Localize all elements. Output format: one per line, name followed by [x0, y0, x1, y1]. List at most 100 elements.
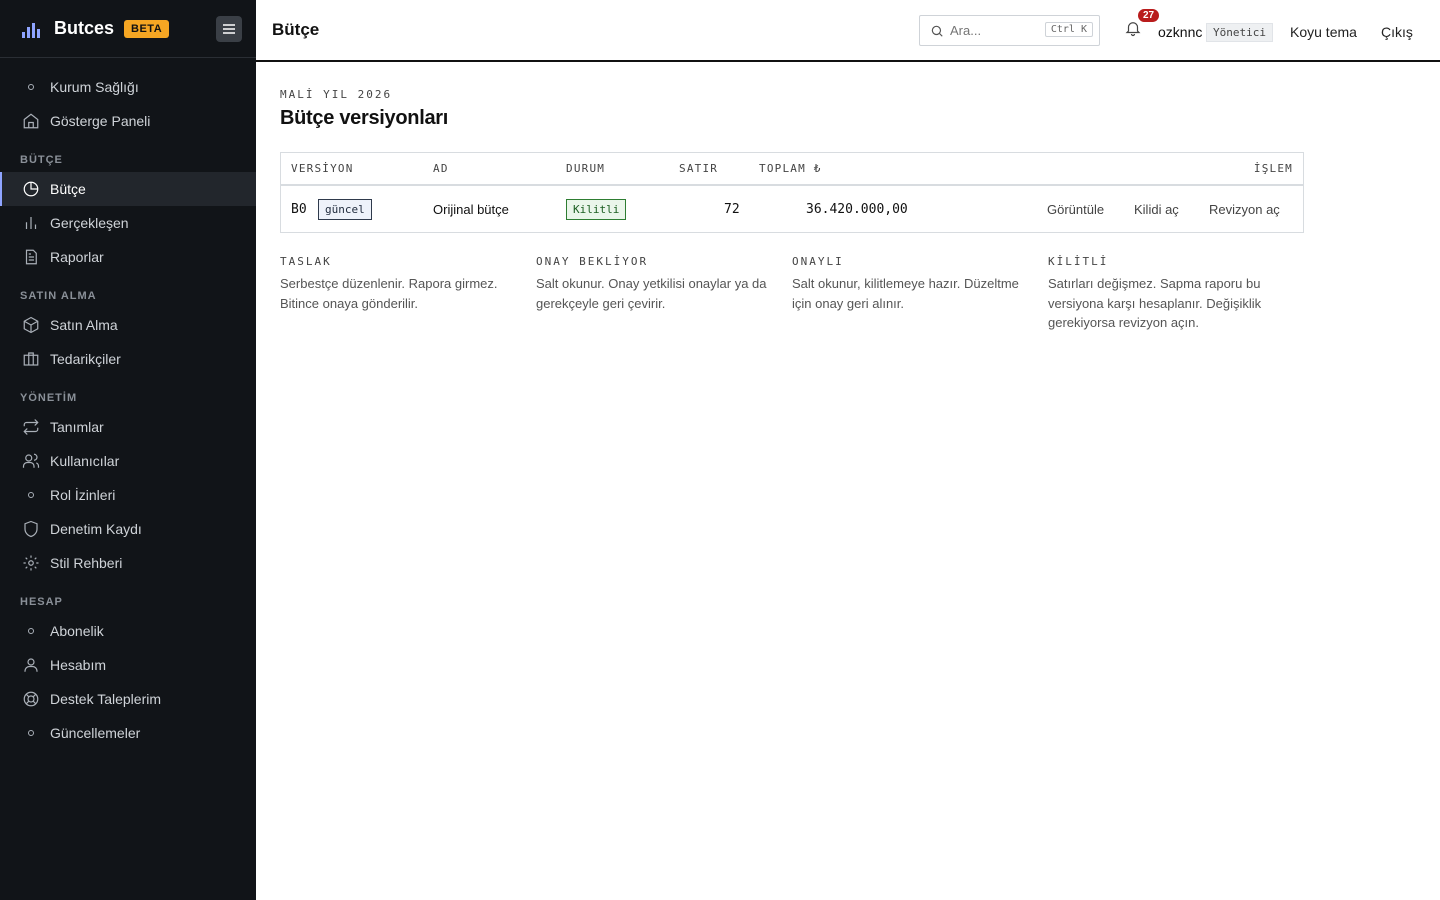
sidebar-item-butce[interactable]: Bütçe [0, 172, 256, 206]
sidebar-item-destek-taleplerim[interactable]: Destek Taleplerim [0, 682, 256, 716]
sidebar-item-kullanicilar[interactable]: Kullanıcılar [0, 444, 256, 478]
sidebar-item-rol-izinleri[interactable]: Rol İzinleri [0, 478, 256, 512]
section-title-butce: BÜTÇE [20, 154, 63, 166]
role-badge: Yönetici [1206, 23, 1273, 42]
menu-toggle-button[interactable] [216, 16, 242, 42]
sidebar-item-label: Denetim Kaydı [50, 521, 142, 537]
sidebar-item-denetim-kaydi[interactable]: Denetim Kaydı [0, 512, 256, 546]
beta-badge: BETA [124, 19, 170, 38]
state-title: ONAYLI [792, 255, 844, 268]
column-header-lines: SATIR [679, 162, 719, 175]
state-title: TASLAK [280, 255, 332, 268]
status-badge: Kilitli [566, 198, 627, 220]
sidebar-item-gerceklesen[interactable]: Gerçekleşen [0, 206, 256, 240]
dot-icon [22, 724, 40, 742]
hamburger-icon [223, 24, 235, 34]
unlock-button[interactable]: Kilidi aç [1134, 202, 1179, 217]
section-title-yonetim: YÖNETİM [20, 392, 78, 404]
sidebar-item-label: Gerçekleşen [50, 215, 129, 231]
sidebar-item-label: Gösterge Paneli [50, 113, 151, 129]
dot-icon [22, 622, 40, 640]
sidebar-item-label: Kurum Sağlığı [50, 79, 139, 95]
search-shortcut-hint: Ctrl K [1044, 22, 1093, 37]
sidebar-item-label: Stil Rehberi [50, 555, 123, 571]
sidebar-item-label: Destek Taleplerim [50, 691, 162, 707]
sidebar-item-label: Kullanıcılar [50, 453, 120, 469]
shield-icon [22, 520, 40, 538]
dot-icon [22, 486, 40, 504]
logout-button[interactable]: Çıkış [1381, 24, 1413, 40]
sidebar-item-label: Rol İzinleri [50, 487, 116, 503]
sidebar-item-stil-rehberi[interactable]: Stil Rehberi [0, 546, 256, 580]
lifebuoy-icon [22, 690, 40, 708]
table-header: VERSİYON AD DURUM SATIR TOPLAM ₺ İŞLEM [281, 153, 1303, 186]
sidebar-item-label: Raporlar [50, 249, 104, 265]
repeat-icon [22, 418, 40, 436]
dot-icon [22, 78, 40, 96]
sidebar-item-label: Tanımlar [50, 419, 104, 435]
brand-header: Butces BETA [0, 0, 256, 58]
sidebar-item-kurum-sagligi[interactable]: Kurum Sağlığı [0, 70, 256, 104]
state-title: ONAY BEKLİYOR [536, 255, 649, 268]
state-draft: TASLAK Serbestçe düzenlenir. Rapora girm… [280, 255, 536, 333]
state-locked: KİLİTLİ Satırları değişmez. Sapma raporu… [1048, 255, 1304, 333]
state-title: KİLİTLİ [1048, 255, 1109, 268]
section-title-satin-alma: SATIN ALMA [20, 290, 97, 302]
home-icon [22, 112, 40, 130]
users-icon [22, 452, 40, 470]
sidebar-item-label: Güncellemeler [50, 725, 141, 741]
box-icon [22, 316, 40, 334]
version-name: Orijinal bütçe [433, 201, 509, 217]
sidebar-item-abonelik[interactable]: Abonelik [0, 614, 256, 648]
sidebar-item-guncellemeler[interactable]: Güncellemeler [0, 716, 256, 750]
table-row: B0 güncel Orijinal bütçe Kilitli 72 36.4… [281, 186, 1303, 232]
open-revision-button[interactable]: Revizyon aç [1209, 202, 1280, 217]
total-amount: 36.420.000,00 [806, 201, 908, 217]
view-button[interactable]: Görüntüle [1047, 202, 1104, 217]
versions-table: VERSİYON AD DURUM SATIR TOPLAM ₺ İŞLEM B… [280, 152, 1304, 233]
sidebar-item-label: Abonelik [50, 623, 104, 639]
sidebar: Butces BETA Kurum Sağlığı Gösterge Panel… [0, 0, 256, 900]
main-content: MALİ YIL 2026 Bütçe versiyonları VERSİYO… [280, 62, 1304, 333]
bar-chart-icon [22, 214, 40, 232]
state-approved: ONAYLI Salt okunur, kilitlemeye hazır. D… [792, 255, 1048, 333]
sidebar-item-gosterge-paneli[interactable]: Gösterge Paneli [0, 104, 256, 138]
pie-chart-icon [22, 180, 40, 198]
sidebar-item-satin-alma[interactable]: Satın Alma [0, 308, 256, 342]
sidebar-nav: Kurum Sağlığı Gösterge Paneli BÜTÇE Bütç… [0, 58, 256, 750]
status-legend: TASLAK Serbestçe düzenlenir. Rapora girm… [280, 255, 1304, 333]
state-description: Satırları değişmez. Sapma raporu bu vers… [1048, 276, 1262, 330]
sidebar-item-label: Satın Alma [50, 317, 118, 333]
briefcase-icon [22, 350, 40, 368]
sidebar-item-tanimlar[interactable]: Tanımlar [0, 410, 256, 444]
column-header-name: AD [433, 162, 449, 175]
state-description: Serbestçe düzenlenir. Rapora girmez. Bit… [280, 276, 498, 311]
brand-name: Butces [54, 18, 115, 38]
notification-count-badge: 27 [1138, 9, 1160, 22]
page-title: Bütçe versiyonları [280, 107, 449, 129]
state-pending: ONAY BEKLİYOR Salt okunur. Onay yetkilis… [536, 255, 792, 333]
page-header-title: Bütçe [272, 20, 320, 39]
sidebar-item-hesabim[interactable]: Hesabım [0, 648, 256, 682]
dark-theme-button[interactable]: Koyu tema [1290, 24, 1357, 40]
version-code: B0 [291, 201, 307, 217]
sidebar-item-raporlar[interactable]: Raporlar [0, 240, 256, 274]
column-header-version: VERSİYON [291, 162, 354, 175]
search-icon [931, 25, 943, 37]
sidebar-item-label: Hesabım [50, 657, 107, 673]
line-count: 72 [724, 201, 740, 217]
logo-icon [22, 20, 42, 38]
notifications-button[interactable] [1124, 19, 1142, 37]
user-icon [22, 656, 40, 674]
gear-icon [22, 554, 40, 572]
bell-icon [1125, 22, 1141, 37]
sidebar-item-label: Bütçe [50, 181, 86, 197]
sidebar-item-tedarikciler[interactable]: Tedarikçiler [0, 342, 256, 376]
sidebar-item-label: Tedarikçiler [50, 351, 121, 367]
top-header: Bütçe Ctrl K 27 ozknnc Yönetici Koyu tem… [256, 0, 1440, 62]
column-header-total: TOPLAM ₺ [759, 162, 822, 175]
column-header-status: DURUM [566, 162, 606, 175]
document-icon [22, 248, 40, 266]
search-box[interactable]: Ctrl K [919, 15, 1100, 46]
search-input[interactable] [950, 23, 1046, 38]
